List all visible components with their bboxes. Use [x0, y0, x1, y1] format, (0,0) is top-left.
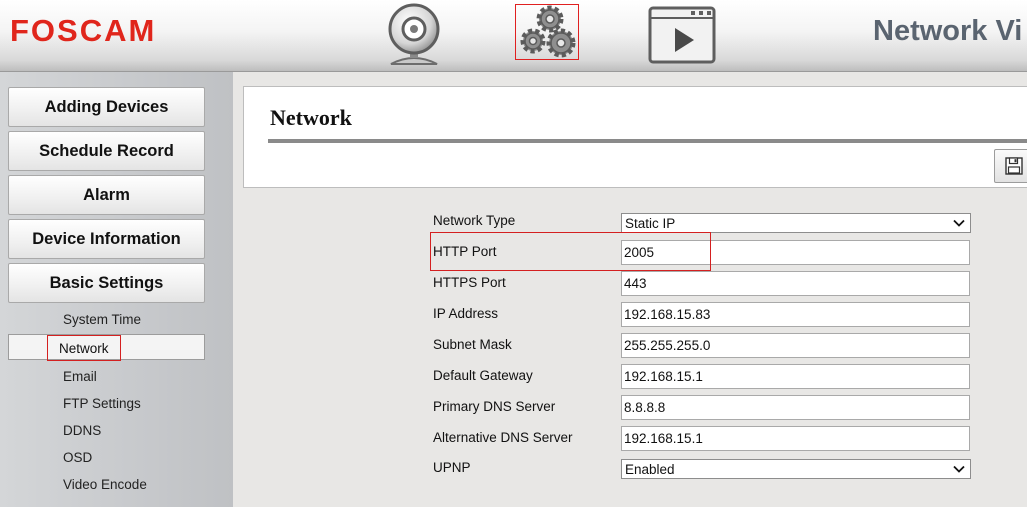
- menu-device-information[interactable]: Device Information: [8, 219, 205, 259]
- settings-gears-icon[interactable]: [515, 4, 579, 60]
- alternative-dns-input[interactable]: [621, 426, 970, 451]
- floppy-disk-icon: [1005, 157, 1023, 175]
- menu-alarm[interactable]: Alarm: [8, 175, 205, 215]
- label-primary-dns: Primary DNS Server: [433, 399, 556, 414]
- top-header: FOSCAM Network Vi: [0, 0, 1027, 72]
- label-https-port: HTTPS Port: [433, 275, 506, 290]
- submenu-ftp-settings[interactable]: FTP Settings: [63, 396, 141, 411]
- label-network-type: Network Type: [433, 213, 516, 228]
- camera-icon[interactable]: [383, 2, 445, 68]
- submenu-network-label: Network: [47, 335, 121, 361]
- header-title: Network Vi: [873, 15, 1023, 47]
- upnp-value: Enabled: [625, 461, 675, 477]
- save-button[interactable]: [994, 149, 1027, 183]
- submenu-video-encode[interactable]: Video Encode: [63, 477, 147, 492]
- sidebar: Adding Devices Schedule Record Alarm Dev…: [0, 72, 233, 507]
- submenu-network[interactable]: Network: [8, 334, 205, 361]
- title-panel: Network: [243, 86, 1027, 188]
- default-gateway-input[interactable]: [621, 364, 970, 389]
- page-title: Network: [270, 105, 352, 130]
- ip-address-input[interactable]: [621, 302, 970, 327]
- label-default-gateway: Default Gateway: [433, 368, 533, 383]
- main-content: Network Network Type Static IP HTTP Port…: [233, 72, 1027, 507]
- network-type-select[interactable]: Static IP: [621, 213, 971, 233]
- http-port-input[interactable]: [621, 240, 970, 265]
- menu-schedule-record[interactable]: Schedule Record: [8, 131, 205, 171]
- network-type-value: Static IP: [625, 215, 676, 231]
- subnet-mask-input[interactable]: [621, 333, 970, 358]
- menu-adding-devices[interactable]: Adding Devices: [8, 87, 205, 127]
- primary-dns-input[interactable]: [621, 395, 970, 420]
- video-play-icon[interactable]: [646, 4, 718, 66]
- label-upnp: UPNP: [433, 460, 471, 475]
- submenu-osd[interactable]: OSD: [63, 450, 92, 465]
- foscam-logo: FOSCAM: [10, 13, 157, 48]
- label-http-port: HTTP Port: [433, 244, 497, 259]
- https-port-input[interactable]: [621, 271, 970, 296]
- label-subnet-mask: Subnet Mask: [433, 337, 512, 352]
- title-divider: [268, 139, 1027, 143]
- menu-basic-settings[interactable]: Basic Settings: [8, 263, 205, 303]
- submenu-ddns[interactable]: DDNS: [63, 423, 101, 438]
- label-ip-address: IP Address: [433, 306, 499, 321]
- chevron-down-icon: [953, 465, 965, 473]
- upnp-select[interactable]: Enabled: [621, 459, 971, 479]
- chevron-down-icon: [953, 219, 965, 227]
- submenu-email[interactable]: Email: [63, 369, 97, 384]
- label-alternative-dns: Alternative DNS Server: [433, 430, 573, 445]
- submenu-system-time[interactable]: System Time: [63, 312, 141, 327]
